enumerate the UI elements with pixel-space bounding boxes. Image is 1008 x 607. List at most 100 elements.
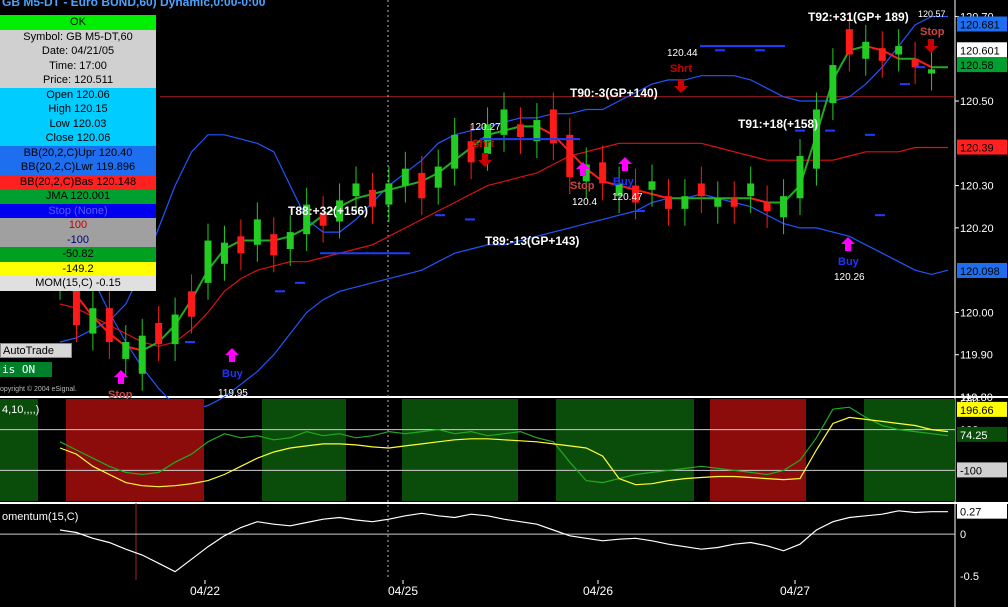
- trade-annotation: 120.27: [470, 122, 501, 133]
- candle-body: [911, 58, 919, 68]
- candle-body: [796, 155, 804, 199]
- autotrade-button[interactable]: AutoTrade: [0, 343, 72, 358]
- candle-body: [155, 323, 163, 345]
- time-tick-label: 04/26: [583, 584, 613, 598]
- candle-body: [385, 183, 393, 205]
- price-tick-label: 120.00: [960, 307, 994, 319]
- info-row: -100: [0, 232, 156, 247]
- autotrade-status: is ON: [0, 362, 52, 377]
- candle-body: [418, 172, 426, 199]
- info-row: Close 120.06: [0, 131, 156, 146]
- price-tick-label: 120.30: [960, 181, 994, 193]
- cci-background-block: [402, 399, 518, 501]
- candle-body: [730, 198, 738, 207]
- candle-body: [434, 166, 442, 188]
- price-badge-label: 120.39: [960, 143, 994, 155]
- candle-body: [105, 308, 113, 343]
- info-row: JMA 120.001: [0, 189, 156, 204]
- candle-body: [599, 162, 607, 184]
- data-window: OK Symbol: GB M5-DT,60 Date: 04/21/05 Time:…: [0, 15, 156, 291]
- window-title: GB M5-DT - Euro BUND,60) Dynamic,0:00-0:…: [2, 0, 266, 9]
- info-row: -50.82: [0, 247, 156, 262]
- cci-background-block: [864, 399, 955, 501]
- candle-body: [138, 335, 146, 374]
- trade-annotation: 120.4: [572, 197, 597, 208]
- trade-annotation: Stop: [920, 26, 945, 38]
- info-row: OK: [0, 15, 156, 30]
- trade-annotation: 120.47: [612, 192, 643, 203]
- candle-body: [829, 65, 837, 104]
- info-row: Stop (None): [0, 203, 156, 218]
- time-tick-label: 04/25: [388, 584, 418, 598]
- candle-body: [516, 124, 524, 137]
- price-badge-label: 120.601: [960, 45, 1000, 57]
- candle-body: [895, 46, 903, 55]
- candle-body: [747, 183, 755, 197]
- info-row: 100: [0, 218, 156, 233]
- candle-body: [500, 109, 508, 135]
- momentum-tick-label: 0.27: [960, 507, 981, 519]
- candle-body: [697, 183, 705, 197]
- cci-badge-label: 196.66: [960, 405, 994, 417]
- price-badge-label: 120.58: [960, 60, 994, 72]
- candle-body: [253, 219, 261, 245]
- trade-annotation: Shrt: [670, 63, 692, 75]
- candle-body: [237, 236, 245, 254]
- info-row: -149.2: [0, 261, 156, 276]
- info-row: Price: 120.511: [0, 73, 156, 88]
- trade-annotation: Buy: [613, 176, 635, 188]
- info-row: Date: 04/21/05: [0, 44, 156, 59]
- info-row: BB(20,2,C)Upr 120.40: [0, 145, 156, 160]
- cci-background-block: [710, 399, 806, 501]
- trade-annotation: T92:+31(GP+ 189): [808, 10, 909, 24]
- trade-annotation: T91:+18(+158): [738, 117, 818, 131]
- candle-body: [188, 291, 196, 317]
- trade-annotation: Buy: [222, 368, 244, 380]
- price-badge-label: 120.098: [960, 266, 1000, 278]
- trade-annotation: 119.95: [218, 388, 248, 399]
- candle-body: [220, 242, 228, 264]
- info-row: MOM(15,C) -0.15: [0, 276, 156, 291]
- trade-annotation: Buy: [838, 256, 860, 268]
- candle-body: [352, 183, 360, 197]
- candle-body: [780, 196, 788, 218]
- trade-annotation: 120.26: [834, 272, 865, 283]
- candle-body: [89, 308, 97, 334]
- trade-annotation: T88:+32(+156): [288, 204, 368, 218]
- candle-body: [878, 48, 886, 61]
- time-tick-label: 04/22: [190, 584, 220, 598]
- candle-body: [368, 189, 376, 207]
- info-row: Symbol: GB M5-DT,60: [0, 29, 156, 44]
- price-badge-label: 120.681: [960, 19, 1000, 31]
- trade-annotation: T90:-3(GP+140): [570, 86, 658, 100]
- info-row: Low 120.03: [0, 116, 156, 131]
- info-row: Time: 17:00: [0, 58, 156, 73]
- candle-body: [566, 134, 574, 178]
- candle-body: [204, 240, 212, 283]
- price-tick-label: 119.90: [960, 350, 993, 362]
- time-tick-label: 04/27: [780, 584, 810, 598]
- candle-body: [533, 120, 541, 142]
- candle-body: [714, 198, 722, 207]
- trade-annotation: Stop: [570, 180, 595, 192]
- copyright-text: opyright © 2004 eSignal.: [0, 386, 77, 393]
- candle-body: [122, 342, 130, 359]
- momentum-title: omentum(15,C): [2, 511, 78, 523]
- info-row: BB(20,2,C)Bas 120.148: [0, 174, 156, 189]
- trade-annotation: T89:-13(GP+143): [485, 234, 579, 248]
- info-row: BB(20,2,C)Lwr 119.896: [0, 160, 156, 175]
- cci-badge-label: 74.25: [960, 430, 988, 442]
- candle-body: [451, 134, 459, 169]
- cci-badge-label: -100: [960, 465, 982, 477]
- momentum-tick-label: 0: [960, 529, 966, 541]
- candle-body: [763, 202, 771, 211]
- candle-body: [928, 69, 936, 74]
- candle-body: [401, 168, 409, 186]
- info-row: Open 120.06: [0, 87, 156, 102]
- price-tick-label: 120.20: [960, 223, 994, 235]
- momentum-tick-label: -0.5: [960, 571, 979, 583]
- candle-body: [862, 41, 870, 59]
- trade-annotation: 120.44: [667, 48, 698, 59]
- candle-body: [664, 196, 672, 209]
- trade-annotation: 120.57: [918, 9, 946, 19]
